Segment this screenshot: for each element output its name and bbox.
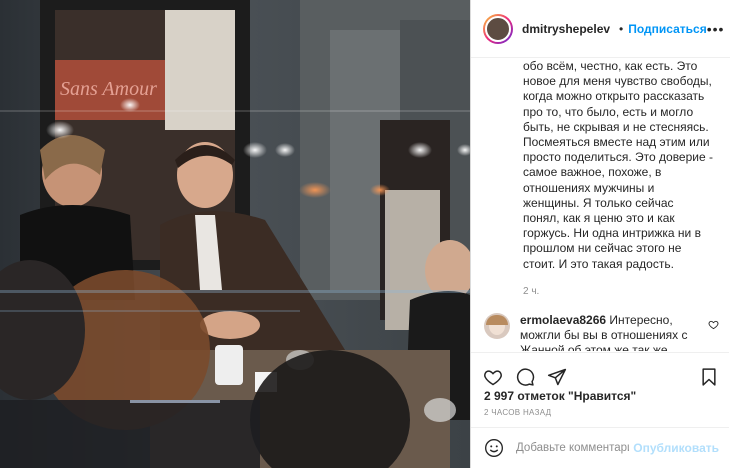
follow-button[interactable]: Подписаться [628,22,706,36]
post-header: dmitryshepelev • Подписаться ••• [471,0,730,58]
comment-item: ermolaeva8266 Интересно, можгли бы вы в … [471,313,729,351]
like-heart-icon[interactable] [483,367,503,387]
share-plane-icon[interactable] [547,367,567,387]
caption-time: 2 ч. [523,285,540,297]
separator-dot: • [619,21,624,36]
comment-bubble-icon[interactable] [515,367,535,387]
instagram-post: Sans Amour dmitryshepelev • Подписаться … [0,0,730,468]
comments-scroll-area[interactable]: обо всём, честно, как есть. Это новое дл… [471,59,729,351]
post-caption: обо всём, честно, как есть. Это новое дл… [471,59,729,299]
author-avatar[interactable] [483,13,513,44]
author-username[interactable]: dmitryshepelev [522,22,610,36]
more-options-icon[interactable]: ••• [707,21,725,37]
comment-like-heart-icon[interactable] [708,319,719,330]
svg-text:Sans Amour: Sans Amour [60,78,157,100]
post-side-panel: dmitryshepelev • Подписаться ••• обо всё… [470,0,730,468]
add-comment-bar: Опубликовать [471,427,729,468]
post-actions-bar [471,352,729,392]
comment-input[interactable] [516,442,630,454]
post-photo[interactable]: Sans Amour [0,0,470,468]
save-bookmark-icon[interactable] [699,367,719,387]
publish-button[interactable]: Опубликовать [633,441,719,455]
post-date[interactable]: 2 ЧАСОВ НАЗАД [484,408,551,417]
commenter-username[interactable]: ermolaeva8266 [520,313,606,327]
commenter-avatar[interactable] [484,313,510,340]
likes-count[interactable]: 2 997 отметок "Нравится" [484,389,636,403]
comment-body: ermolaeva8266 Интересно, можгли бы вы в … [520,313,700,351]
emoji-smiley-icon[interactable] [484,438,504,458]
caption-text: обо всём, честно, как есть. Это новое дл… [523,59,713,271]
photo-scene: Sans Amour [0,0,470,468]
